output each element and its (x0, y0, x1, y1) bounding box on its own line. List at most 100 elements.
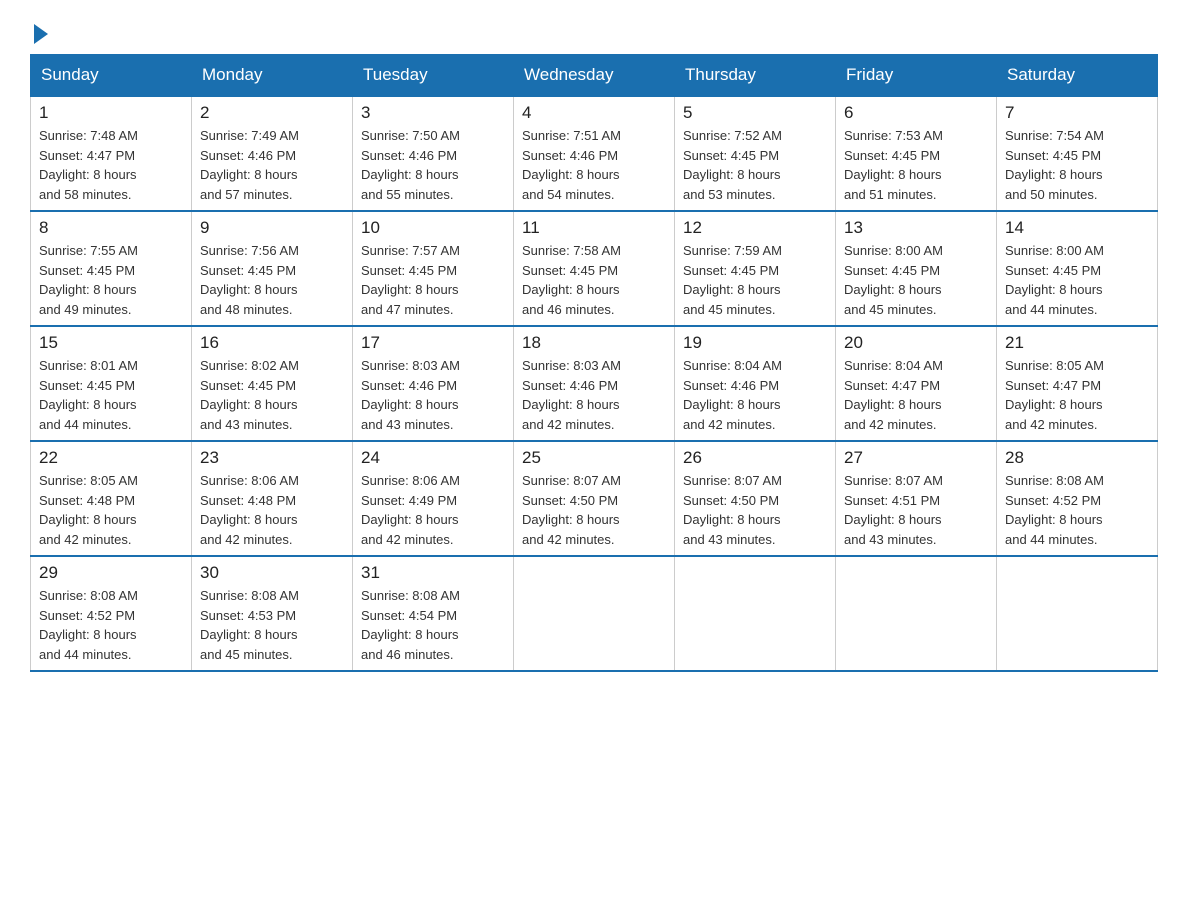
weekday-header-sunday: Sunday (31, 55, 192, 97)
day-info: Sunrise: 8:04 AMSunset: 4:46 PMDaylight:… (683, 356, 827, 434)
day-number: 19 (683, 333, 827, 353)
day-number: 8 (39, 218, 183, 238)
day-number: 11 (522, 218, 666, 238)
logo (30, 20, 48, 38)
day-number: 28 (1005, 448, 1149, 468)
day-number: 27 (844, 448, 988, 468)
calendar-cell: 3 Sunrise: 7:50 AMSunset: 4:46 PMDayligh… (353, 96, 514, 211)
day-number: 16 (200, 333, 344, 353)
day-info: Sunrise: 7:48 AMSunset: 4:47 PMDaylight:… (39, 126, 183, 204)
calendar-cell: 2 Sunrise: 7:49 AMSunset: 4:46 PMDayligh… (192, 96, 353, 211)
weekday-header-row: SundayMondayTuesdayWednesdayThursdayFrid… (31, 55, 1158, 97)
calendar-cell: 9 Sunrise: 7:56 AMSunset: 4:45 PMDayligh… (192, 211, 353, 326)
day-info: Sunrise: 7:51 AMSunset: 4:46 PMDaylight:… (522, 126, 666, 204)
calendar-cell: 23 Sunrise: 8:06 AMSunset: 4:48 PMDaylig… (192, 441, 353, 556)
calendar-cell: 21 Sunrise: 8:05 AMSunset: 4:47 PMDaylig… (997, 326, 1158, 441)
calendar-cell: 12 Sunrise: 7:59 AMSunset: 4:45 PMDaylig… (675, 211, 836, 326)
day-info: Sunrise: 7:58 AMSunset: 4:45 PMDaylight:… (522, 241, 666, 319)
weekday-header-wednesday: Wednesday (514, 55, 675, 97)
calendar-cell: 18 Sunrise: 8:03 AMSunset: 4:46 PMDaylig… (514, 326, 675, 441)
weekday-header-tuesday: Tuesday (353, 55, 514, 97)
day-info: Sunrise: 7:55 AMSunset: 4:45 PMDaylight:… (39, 241, 183, 319)
calendar-cell (675, 556, 836, 671)
day-number: 20 (844, 333, 988, 353)
calendar-cell (836, 556, 997, 671)
day-info: Sunrise: 8:05 AMSunset: 4:47 PMDaylight:… (1005, 356, 1149, 434)
calendar-cell (997, 556, 1158, 671)
calendar-cell: 27 Sunrise: 8:07 AMSunset: 4:51 PMDaylig… (836, 441, 997, 556)
calendar-cell: 22 Sunrise: 8:05 AMSunset: 4:48 PMDaylig… (31, 441, 192, 556)
calendar-cell (514, 556, 675, 671)
calendar-cell: 11 Sunrise: 7:58 AMSunset: 4:45 PMDaylig… (514, 211, 675, 326)
day-number: 25 (522, 448, 666, 468)
calendar-cell: 7 Sunrise: 7:54 AMSunset: 4:45 PMDayligh… (997, 96, 1158, 211)
day-info: Sunrise: 8:04 AMSunset: 4:47 PMDaylight:… (844, 356, 988, 434)
day-info: Sunrise: 8:08 AMSunset: 4:53 PMDaylight:… (200, 586, 344, 664)
day-number: 18 (522, 333, 666, 353)
day-info: Sunrise: 8:06 AMSunset: 4:48 PMDaylight:… (200, 471, 344, 549)
day-info: Sunrise: 8:07 AMSunset: 4:50 PMDaylight:… (522, 471, 666, 549)
calendar-cell: 28 Sunrise: 8:08 AMSunset: 4:52 PMDaylig… (997, 441, 1158, 556)
day-number: 7 (1005, 103, 1149, 123)
day-info: Sunrise: 8:00 AMSunset: 4:45 PMDaylight:… (844, 241, 988, 319)
day-number: 6 (844, 103, 988, 123)
day-number: 21 (1005, 333, 1149, 353)
day-number: 24 (361, 448, 505, 468)
week-row-4: 22 Sunrise: 8:05 AMSunset: 4:48 PMDaylig… (31, 441, 1158, 556)
day-info: Sunrise: 8:08 AMSunset: 4:52 PMDaylight:… (39, 586, 183, 664)
weekday-header-saturday: Saturday (997, 55, 1158, 97)
day-info: Sunrise: 7:50 AMSunset: 4:46 PMDaylight:… (361, 126, 505, 204)
calendar-cell: 16 Sunrise: 8:02 AMSunset: 4:45 PMDaylig… (192, 326, 353, 441)
calendar-cell: 15 Sunrise: 8:01 AMSunset: 4:45 PMDaylig… (31, 326, 192, 441)
day-number: 23 (200, 448, 344, 468)
day-info: Sunrise: 8:08 AMSunset: 4:52 PMDaylight:… (1005, 471, 1149, 549)
day-number: 10 (361, 218, 505, 238)
week-row-3: 15 Sunrise: 8:01 AMSunset: 4:45 PMDaylig… (31, 326, 1158, 441)
day-info: Sunrise: 7:59 AMSunset: 4:45 PMDaylight:… (683, 241, 827, 319)
calendar-cell: 8 Sunrise: 7:55 AMSunset: 4:45 PMDayligh… (31, 211, 192, 326)
logo-top (30, 20, 48, 44)
week-row-5: 29 Sunrise: 8:08 AMSunset: 4:52 PMDaylig… (31, 556, 1158, 671)
calendar-cell: 13 Sunrise: 8:00 AMSunset: 4:45 PMDaylig… (836, 211, 997, 326)
day-number: 12 (683, 218, 827, 238)
calendar-cell: 26 Sunrise: 8:07 AMSunset: 4:50 PMDaylig… (675, 441, 836, 556)
day-info: Sunrise: 7:52 AMSunset: 4:45 PMDaylight:… (683, 126, 827, 204)
day-info: Sunrise: 7:54 AMSunset: 4:45 PMDaylight:… (1005, 126, 1149, 204)
day-info: Sunrise: 8:03 AMSunset: 4:46 PMDaylight:… (522, 356, 666, 434)
day-info: Sunrise: 8:07 AMSunset: 4:51 PMDaylight:… (844, 471, 988, 549)
day-info: Sunrise: 8:03 AMSunset: 4:46 PMDaylight:… (361, 356, 505, 434)
calendar-cell: 31 Sunrise: 8:08 AMSunset: 4:54 PMDaylig… (353, 556, 514, 671)
calendar-cell: 19 Sunrise: 8:04 AMSunset: 4:46 PMDaylig… (675, 326, 836, 441)
day-number: 17 (361, 333, 505, 353)
week-row-1: 1 Sunrise: 7:48 AMSunset: 4:47 PMDayligh… (31, 96, 1158, 211)
day-number: 22 (39, 448, 183, 468)
day-number: 1 (39, 103, 183, 123)
day-info: Sunrise: 8:06 AMSunset: 4:49 PMDaylight:… (361, 471, 505, 549)
day-info: Sunrise: 7:53 AMSunset: 4:45 PMDaylight:… (844, 126, 988, 204)
calendar-cell: 20 Sunrise: 8:04 AMSunset: 4:47 PMDaylig… (836, 326, 997, 441)
page-header (30, 20, 1158, 38)
day-number: 31 (361, 563, 505, 583)
logo-arrow-icon (34, 24, 48, 44)
day-info: Sunrise: 8:01 AMSunset: 4:45 PMDaylight:… (39, 356, 183, 434)
day-info: Sunrise: 8:07 AMSunset: 4:50 PMDaylight:… (683, 471, 827, 549)
week-row-2: 8 Sunrise: 7:55 AMSunset: 4:45 PMDayligh… (31, 211, 1158, 326)
day-info: Sunrise: 8:05 AMSunset: 4:48 PMDaylight:… (39, 471, 183, 549)
calendar-cell: 6 Sunrise: 7:53 AMSunset: 4:45 PMDayligh… (836, 96, 997, 211)
day-number: 3 (361, 103, 505, 123)
calendar-table: SundayMondayTuesdayWednesdayThursdayFrid… (30, 54, 1158, 672)
calendar-cell: 29 Sunrise: 8:08 AMSunset: 4:52 PMDaylig… (31, 556, 192, 671)
day-number: 2 (200, 103, 344, 123)
day-number: 14 (1005, 218, 1149, 238)
day-info: Sunrise: 8:00 AMSunset: 4:45 PMDaylight:… (1005, 241, 1149, 319)
calendar-cell: 30 Sunrise: 8:08 AMSunset: 4:53 PMDaylig… (192, 556, 353, 671)
day-number: 9 (200, 218, 344, 238)
calendar-cell: 24 Sunrise: 8:06 AMSunset: 4:49 PMDaylig… (353, 441, 514, 556)
day-info: Sunrise: 7:57 AMSunset: 4:45 PMDaylight:… (361, 241, 505, 319)
calendar-cell: 25 Sunrise: 8:07 AMSunset: 4:50 PMDaylig… (514, 441, 675, 556)
day-number: 5 (683, 103, 827, 123)
calendar-cell: 5 Sunrise: 7:52 AMSunset: 4:45 PMDayligh… (675, 96, 836, 211)
day-number: 29 (39, 563, 183, 583)
day-number: 13 (844, 218, 988, 238)
day-info: Sunrise: 7:49 AMSunset: 4:46 PMDaylight:… (200, 126, 344, 204)
